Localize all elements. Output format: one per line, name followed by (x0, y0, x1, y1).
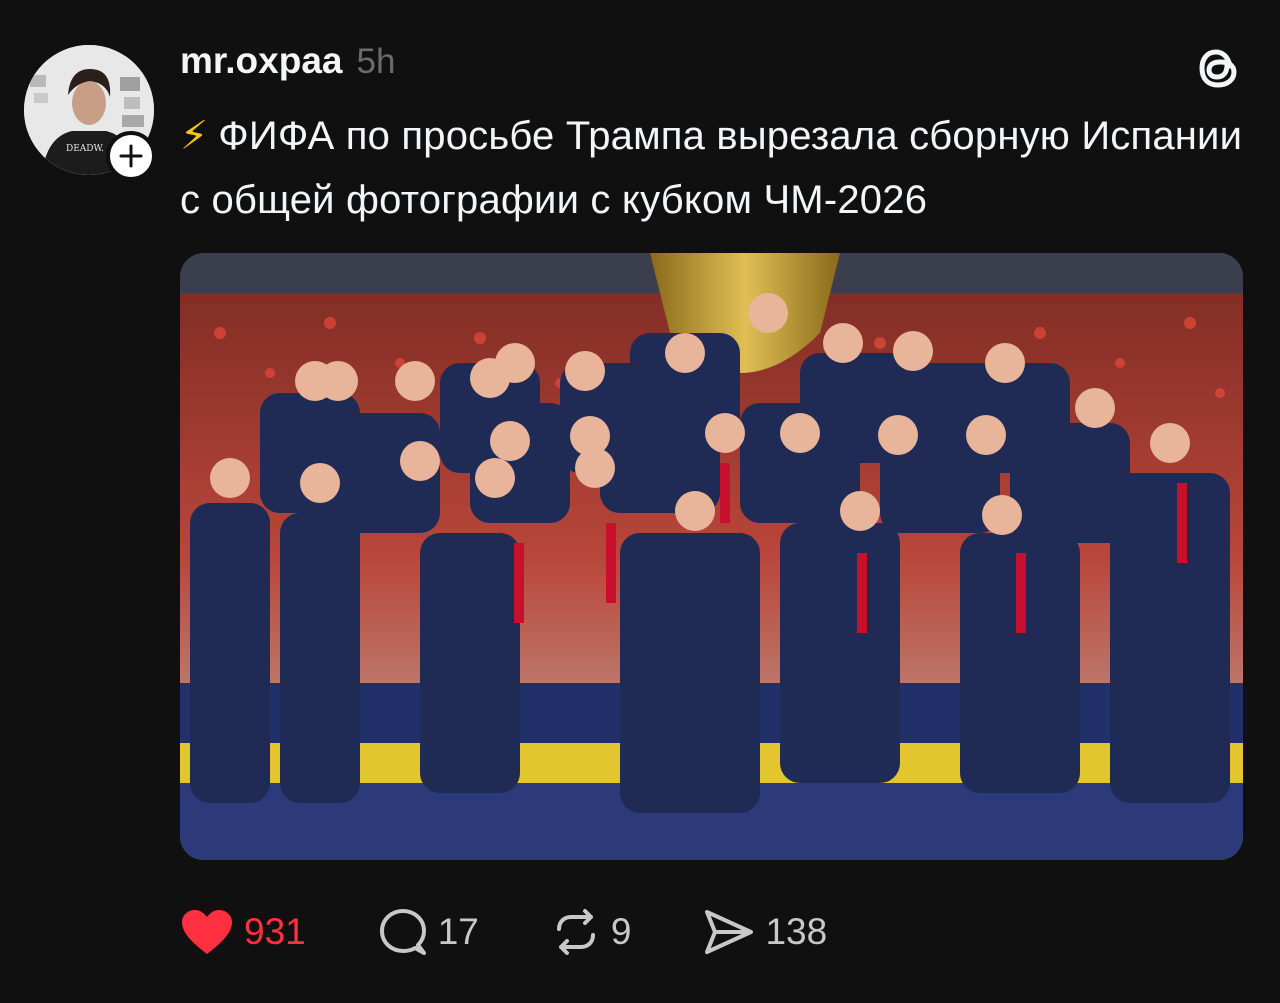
reply-button[interactable]: 17 (378, 907, 479, 957)
follow-button[interactable] (106, 131, 156, 181)
comment-icon (379, 909, 426, 955)
post-timestamp: 5h (356, 42, 396, 81)
plus-icon (119, 144, 143, 168)
send-icon (705, 910, 754, 954)
lightning-emoji: ⚡ (180, 114, 209, 158)
group-photo (180, 253, 1243, 860)
username-link[interactable]: mr.oxpaa (180, 40, 342, 82)
like-button[interactable]: 931 (180, 908, 306, 956)
post-image[interactable] (180, 253, 1243, 860)
post-text: ⚡ ФИФА по просьбе Трампа вырезала сборную… (180, 104, 1260, 232)
heart-filled-icon (182, 910, 232, 954)
like-count: 931 (244, 911, 306, 952)
reply-count: 17 (437, 911, 479, 952)
repost-count: 9 (610, 911, 632, 952)
threads-logo-icon[interactable] (1192, 40, 1244, 96)
repost-button[interactable]: 9 (551, 907, 632, 957)
share-button[interactable]: 138 (703, 908, 827, 956)
avatar-container: DEADW. (24, 45, 156, 181)
avatar-shirt-text: DEADW. (66, 144, 104, 154)
post-header: mr.oxpaa 5h (180, 40, 395, 90)
post-body: ФИФА по просьбе Трампа вырезала сборную … (180, 114, 1243, 222)
share-count: 138 (765, 911, 828, 952)
repost-icon (556, 909, 595, 955)
thread-post: DEADW. mr.oxpaa 5h ⚡ ФИФА по просьбе Трам… (0, 0, 1280, 1003)
post-actions: 931 17 9 138 (180, 900, 899, 964)
